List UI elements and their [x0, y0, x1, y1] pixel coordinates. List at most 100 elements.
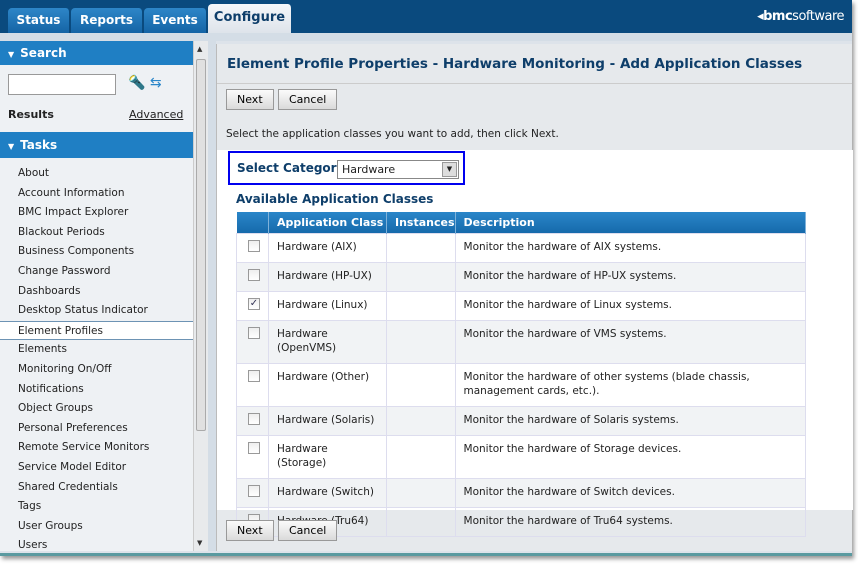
- category-dropdown[interactable]: Hardware ▼: [337, 160, 459, 179]
- tasks-panel: ▼ Tasks About Account Information BMC Impac…: [0, 132, 193, 556]
- next-button[interactable]: Next: [226, 89, 274, 110]
- tab-configure[interactable]: Configure: [208, 4, 292, 34]
- category-selector: Select Category Hardware ▼: [228, 151, 465, 185]
- col-application-class: Application Class: [268, 212, 387, 233]
- sidebar-item-about[interactable]: About: [0, 164, 193, 184]
- table-row: Hardware (Other) Monitor the hardware of…: [236, 362, 807, 407]
- sidebar-item-desktop-status-indicator[interactable]: Desktop Status Indicator: [0, 301, 193, 321]
- instances-cell: [386, 405, 456, 436]
- collapse-icon: ▼: [8, 142, 15, 151]
- instances-cell: [386, 232, 456, 263]
- application-classes-table: Application Class Instances Description …: [236, 212, 807, 537]
- category-value: Hardware: [342, 163, 396, 176]
- sidebar-item-shared-credentials[interactable]: Shared Credentials: [0, 478, 193, 498]
- tab-status[interactable]: Status: [8, 8, 70, 33]
- application-class-cell: Hardware (Solaris): [268, 405, 387, 436]
- description-cell: Monitor the hardware of VMS systems.: [454, 319, 807, 364]
- description-cell: Monitor the hardware of Switch devices.: [454, 477, 807, 508]
- top-nav: Status Reports Events Configure ◂bmcsoft…: [0, 0, 852, 34]
- table-row: Hardware (OpenVMS) Monitor the hardware …: [236, 319, 807, 364]
- application-class-cell: Hardware (Other): [268, 362, 387, 407]
- instances-cell: [386, 434, 456, 479]
- col-description: Description: [455, 212, 807, 233]
- sidebar-item-business-components[interactable]: Business Components: [0, 242, 193, 262]
- sidebar-item-notifications[interactable]: Notifications: [0, 380, 193, 400]
- page-title: Element Profile Properties - Hardware Mo…: [217, 44, 852, 84]
- sidebar-item-account-information[interactable]: Account Information: [0, 184, 193, 204]
- row-checkbox[interactable]: [248, 412, 260, 425]
- content-area: Select Category Hardware ▼ Available Appl…: [217, 150, 853, 537]
- description-cell: Monitor the hardware of HP-UX systems.: [454, 261, 807, 292]
- sidebar-item-tags[interactable]: Tags: [0, 497, 193, 517]
- table-row: Hardware (HP-UX) Monitor the hardware of…: [236, 261, 807, 292]
- application-class-cell: Hardware (Linux): [268, 290, 387, 321]
- bmc-logo: ◂bmcsoftware: [757, 9, 844, 24]
- sidebar-item-object-groups[interactable]: Object Groups: [0, 399, 193, 419]
- row-checkbox[interactable]: [248, 268, 260, 281]
- instances-cell: [386, 477, 456, 508]
- export-icon[interactable]: ⇆: [150, 75, 162, 91]
- application-class-cell: Hardware (OpenVMS): [268, 319, 387, 364]
- sidebar-scrollbar[interactable]: ▲ ▼: [193, 41, 208, 551]
- tasks-panel-header[interactable]: ▼ Tasks: [0, 132, 193, 158]
- instruction-text: Select the application classes you want …: [226, 128, 559, 140]
- row-checkbox[interactable]: [248, 484, 260, 497]
- sidebar-item-element-profiles[interactable]: Element Profiles: [0, 320, 193, 341]
- sidebar-item-service-model-editor[interactable]: Service Model Editor: [0, 458, 193, 478]
- results-label: Results: [8, 108, 54, 121]
- application-class-cell: Hardware (HP-UX): [268, 261, 387, 292]
- chevron-down-icon[interactable]: ▼: [442, 162, 457, 177]
- scrollbar-thumb[interactable]: [196, 59, 206, 431]
- cancel-button-bottom[interactable]: Cancel: [278, 520, 338, 541]
- sidebar-item-monitoring-on-off[interactable]: Monitoring On/Off: [0, 360, 193, 380]
- row-checkbox[interactable]: [248, 441, 260, 454]
- sidebar-item-remote-service-monitors[interactable]: Remote Service Monitors: [0, 438, 193, 458]
- scroll-up-icon[interactable]: ▲: [197, 45, 202, 53]
- advanced-link[interactable]: Advanced: [129, 108, 183, 121]
- sidebar-item-users[interactable]: Users: [0, 536, 193, 556]
- search-input[interactable]: [8, 74, 116, 95]
- tasks-header-label: Tasks: [20, 138, 58, 152]
- logo-mark: bmc: [763, 9, 793, 24]
- sidebar-item-bmc-impact-explorer[interactable]: BMC Impact Explorer: [0, 203, 193, 223]
- application-class-cell: Hardware (Storage): [268, 434, 387, 479]
- tab-reports[interactable]: Reports: [71, 8, 143, 33]
- select-cell: [236, 405, 269, 436]
- row-checkbox[interactable]: [248, 326, 260, 339]
- sidebar-item-blackout-periods[interactable]: Blackout Periods: [0, 223, 193, 243]
- tab-strip: [0, 33, 852, 41]
- col-instances: Instances: [386, 212, 456, 233]
- sidebar-item-elements[interactable]: Elements: [0, 340, 193, 360]
- available-classes-heading: Available Application Classes: [236, 192, 434, 206]
- sidebar-item-user-groups[interactable]: User Groups: [0, 517, 193, 537]
- table-row: Hardware (Switch) Monitor the hardware o…: [236, 477, 807, 508]
- instances-cell: [386, 506, 456, 537]
- sidebar-item-dashboards[interactable]: Dashboards: [0, 282, 193, 302]
- select-cell: [236, 232, 269, 263]
- instances-cell: [386, 290, 456, 321]
- search-panel-header[interactable]: ▼ Search: [0, 41, 193, 65]
- search-flashlight-icon[interactable]: 🔦: [128, 75, 145, 91]
- row-checkbox[interactable]: [248, 239, 260, 252]
- cancel-button[interactable]: Cancel: [278, 89, 338, 110]
- application-class-cell: Hardware (AIX): [268, 232, 387, 263]
- scroll-down-icon[interactable]: ▼: [197, 539, 202, 547]
- select-cell: [236, 319, 269, 364]
- row-checkbox[interactable]: ✓: [248, 297, 260, 310]
- description-cell: Monitor the hardware of Linux systems.: [454, 290, 807, 321]
- table-row: Hardware (AIX) Monitor the hardware of A…: [236, 232, 807, 263]
- instances-cell: [386, 319, 456, 364]
- table-row: Hardware (Storage) Monitor the hardware …: [236, 434, 807, 479]
- description-cell: Monitor the hardware of Tru64 systems.: [454, 506, 807, 537]
- next-button-bottom[interactable]: Next: [226, 520, 274, 541]
- collapse-icon: ▼: [8, 50, 15, 59]
- tab-events[interactable]: Events: [144, 8, 207, 33]
- panel-splitter[interactable]: [208, 41, 216, 551]
- sidebar-item-personal-preferences[interactable]: Personal Preferences: [0, 419, 193, 439]
- table-row: Hardware (Solaris) Monitor the hardware …: [236, 405, 807, 436]
- logo-text: software: [792, 9, 844, 24]
- main-panel: Element Profile Properties - Hardware Mo…: [216, 44, 853, 551]
- sidebar-item-change-password[interactable]: Change Password: [0, 262, 193, 282]
- row-checkbox[interactable]: [248, 369, 260, 382]
- application-class-cell: Hardware (Switch): [268, 477, 387, 508]
